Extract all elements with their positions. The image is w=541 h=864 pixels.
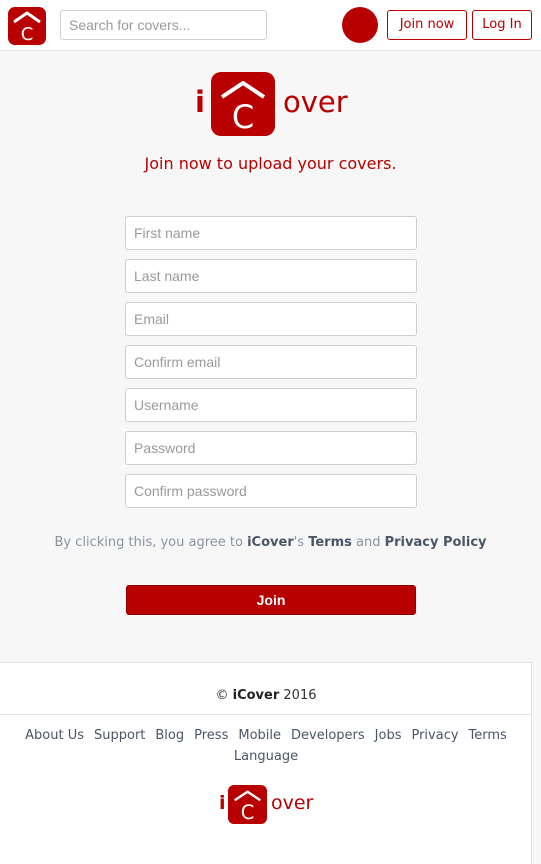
footer-divider — [0, 714, 532, 715]
username-field[interactable] — [125, 388, 417, 422]
footer-link-about-us[interactable]: About Us — [25, 725, 84, 746]
footer-link-mobile[interactable]: Mobile — [238, 725, 281, 746]
footer-brand-prefix: i — [219, 792, 226, 814]
join-now-button[interactable]: Join now — [387, 10, 467, 40]
confirm-email-field[interactable] — [125, 345, 417, 379]
footer-link-press[interactable]: Press — [194, 725, 228, 746]
svg-text:C: C — [232, 98, 254, 136]
copyright-year: 2016 — [283, 688, 317, 703]
svg-text:C: C — [21, 24, 34, 45]
agree-brand: iCover — [247, 535, 294, 550]
house-logo-icon: C — [211, 72, 275, 136]
footer: © iCover 2016 About Us Support Blog Press Mo… — [0, 662, 532, 864]
agree-possessive: 's — [293, 535, 309, 550]
confirm-password-field[interactable] — [125, 474, 417, 508]
footer-link-blog[interactable]: Blog — [155, 725, 184, 746]
first-name-field[interactable] — [125, 216, 417, 250]
search-input[interactable] — [60, 10, 267, 40]
terms-agreement: By clicking this, you agree to iCover's … — [0, 535, 541, 550]
copyright-symbol: © — [215, 688, 229, 703]
footer-link-privacy[interactable]: Privacy — [411, 725, 458, 746]
footer-brand-suffix: over — [271, 792, 314, 814]
house-logo-icon: C — [228, 785, 267, 824]
svg-text:C: C — [241, 801, 255, 824]
footer-brand-logo[interactable]: i C over — [219, 785, 319, 825]
footer-link-language[interactable]: Language — [234, 746, 298, 767]
email-field[interactable] — [125, 302, 417, 336]
join-button[interactable]: Join — [126, 585, 416, 615]
footer-link-jobs[interactable]: Jobs — [375, 725, 402, 746]
log-in-button[interactable]: Log In — [472, 10, 532, 40]
brand-suffix: over — [283, 85, 348, 119]
house-logo-icon[interactable]: C — [8, 7, 46, 45]
password-field[interactable] — [125, 431, 417, 465]
copyright-brand: iCover — [232, 688, 280, 703]
avatar[interactable] — [342, 7, 378, 43]
footer-link-terms[interactable]: Terms — [469, 725, 507, 746]
footer-link-support[interactable]: Support — [94, 725, 145, 746]
privacy-policy-link[interactable]: Privacy Policy — [385, 535, 487, 550]
last-name-field[interactable] — [125, 259, 417, 293]
terms-link[interactable]: Terms — [308, 535, 352, 550]
top-bar: C Join now Log In — [0, 0, 541, 51]
agree-prefix: By clicking this, you agree to — [54, 535, 248, 550]
brand-prefix: i — [195, 85, 205, 119]
signup-tagline: Join now to upload your covers. — [144, 154, 397, 173]
brand-logo: i C over — [195, 72, 355, 136]
copyright: © iCover 2016 — [0, 688, 532, 703]
footer-link-developers[interactable]: Developers — [291, 725, 365, 746]
agree-and: and — [351, 535, 385, 550]
footer-links: About Us Support Blog Press Mobile Developers… — [0, 725, 532, 767]
